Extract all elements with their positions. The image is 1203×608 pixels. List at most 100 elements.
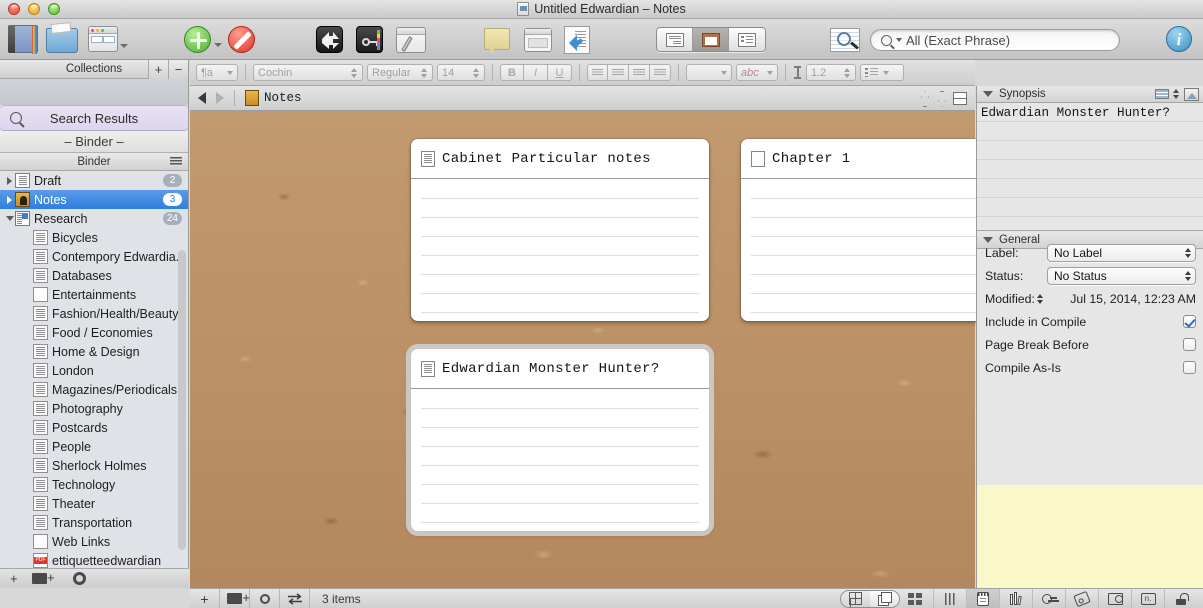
- highlight-color-dropdown[interactable]: [686, 64, 732, 81]
- binder-item-notes[interactable]: Notes 3: [0, 190, 188, 209]
- synopsis-image-icon[interactable]: [1184, 87, 1199, 101]
- view-mode-document[interactable]: [657, 28, 693, 51]
- forward-button[interactable]: [216, 92, 224, 104]
- checkbox-row[interactable]: Include in Compile: [977, 310, 1203, 333]
- binder-item-contempory-edwardia[interactable]: Contempory Edwardia.: [0, 247, 188, 266]
- back-button[interactable]: [198, 92, 206, 104]
- tab-bars[interactable]: [933, 588, 966, 608]
- tab-notes[interactable]: [966, 588, 999, 608]
- quick-reference-button[interactable]: [524, 28, 552, 55]
- edit-button[interactable]: [396, 27, 426, 56]
- binder-scrollbar[interactable]: [178, 250, 186, 550]
- add-collection-button[interactable]: +: [148, 60, 168, 79]
- tab-metadata[interactable]: [1065, 588, 1098, 608]
- disclosure-triangle-icon[interactable]: [4, 195, 15, 204]
- binder-item-technology[interactable]: Technology: [0, 475, 188, 494]
- checkbox-row[interactable]: Compile As-Is: [977, 356, 1203, 379]
- editor-document-title[interactable]: Notes: [245, 90, 302, 106]
- label-dropdown[interactable]: No Label: [1047, 243, 1196, 262]
- italic-button[interactable]: I: [524, 64, 548, 81]
- binder-tree[interactable]: Draft 2 Notes 3 Research 24 Bicycles Contempory…: [0, 171, 188, 588]
- font-size-stepper[interactable]: 14: [437, 64, 485, 81]
- collections-toggle-button[interactable]: [46, 28, 78, 56]
- binder-item-fashion-health-beauty[interactable]: Fashion/Health/Beauty: [0, 304, 188, 323]
- binder-item-entertainments[interactable]: Entertainments: [0, 285, 188, 304]
- binder-item-postcards[interactable]: Postcards: [0, 418, 188, 437]
- card-size-icon[interactable]: [908, 592, 923, 605]
- chevron-down-icon[interactable]: [120, 44, 128, 48]
- disclosure-triangle-icon[interactable]: [4, 176, 15, 185]
- checkbox-include-in-compile[interactable]: [1183, 315, 1196, 328]
- gear-icon[interactable]: [72, 572, 86, 585]
- minimize-button[interactable]: [28, 3, 40, 15]
- binder-item-home-design[interactable]: Home & Design: [0, 342, 188, 361]
- line-spacing-stepper[interactable]: 1.2: [806, 64, 856, 81]
- remove-collection-button[interactable]: −: [168, 60, 188, 79]
- list-style-dropdown[interactable]: [860, 64, 904, 81]
- status-dropdown[interactable]: No Status: [1047, 266, 1196, 285]
- index-card-synopsis[interactable]: [421, 180, 699, 313]
- split-editor-icon[interactable]: [953, 91, 967, 105]
- tab-snapshots[interactable]: [1098, 588, 1131, 608]
- binder-item-research[interactable]: Research 24: [0, 209, 188, 228]
- keywords-button[interactable]: [356, 26, 383, 56]
- comment-button[interactable]: [484, 28, 510, 55]
- view-mode-outliner[interactable]: [729, 28, 765, 51]
- chevron-down-icon[interactable]: [896, 38, 902, 42]
- binder-menu-icon[interactable]: [170, 157, 182, 166]
- tab-keywords[interactable]: [1032, 588, 1065, 608]
- alignment-buttons[interactable]: [587, 64, 671, 81]
- binder-add-button[interactable]: +: [10, 571, 18, 586]
- search-input[interactable]: All (Exact Phrase): [870, 29, 1120, 51]
- synopsis-header[interactable]: Synopsis: [977, 86, 1203, 103]
- align-left-button[interactable]: [587, 64, 608, 81]
- add-button[interactable]: [184, 26, 222, 56]
- paragraph-style-dropdown[interactable]: ¶a: [196, 64, 238, 81]
- disclosure-triangle-icon[interactable]: [983, 91, 993, 97]
- collections-list[interactable]: [0, 79, 188, 105]
- layout-button[interactable]: [88, 26, 128, 55]
- stepper-icon[interactable]: [1173, 88, 1180, 100]
- binder-item-databases[interactable]: Databases: [0, 266, 188, 285]
- stepper-icon[interactable]: [1185, 270, 1191, 281]
- import-button[interactable]: [564, 26, 590, 57]
- font-style-dropdown[interactable]: Regular: [367, 64, 433, 81]
- view-mode-segmented-control[interactable]: [656, 27, 766, 52]
- go-to-next-icon[interactable]: [936, 91, 946, 105]
- collection-binder-divider[interactable]: – Binder –: [0, 131, 188, 153]
- binder-item-photography[interactable]: Photography: [0, 399, 188, 418]
- disclosure-triangle-icon[interactable]: [4, 216, 15, 221]
- add-folder-button[interactable]: [220, 588, 250, 608]
- grid-layout-button[interactable]: [841, 590, 870, 607]
- go-to-previous-icon[interactable]: [919, 91, 929, 105]
- checkbox-page-break-before[interactable]: [1183, 338, 1196, 351]
- binder-item-bicycles[interactable]: Bicycles: [0, 228, 188, 247]
- binder-item-theater[interactable]: Theater: [0, 494, 188, 513]
- view-mode-corkboard[interactable]: [693, 28, 729, 51]
- synopsis-text-area[interactable]: Edwardian Monster Hunter?: [977, 103, 1203, 231]
- index-card-synopsis[interactable]: [421, 390, 699, 523]
- binder-item-draft[interactable]: Draft 2: [0, 171, 188, 190]
- index-card[interactable]: Cabinet Particular notes: [411, 139, 709, 321]
- bold-button[interactable]: B: [500, 64, 524, 81]
- stepper-icon[interactable]: [1036, 293, 1043, 304]
- binder-item-web-links[interactable]: Web Links: [0, 532, 188, 551]
- freeform-layout-button[interactable]: [870, 590, 899, 607]
- inspector-tab-bar[interactable]: n.: [933, 588, 1197, 608]
- chevron-down-icon[interactable]: [214, 43, 222, 47]
- add-document-button[interactable]: +: [190, 588, 220, 608]
- window-controls[interactable]: [8, 3, 60, 15]
- collection-search-results[interactable]: Search Results: [0, 105, 188, 131]
- settings-button[interactable]: [250, 588, 280, 608]
- search-project-button[interactable]: [830, 28, 860, 55]
- binder-item-people[interactable]: People: [0, 437, 188, 456]
- text-style-buttons[interactable]: B I U: [500, 64, 572, 81]
- tab-references[interactable]: [999, 588, 1032, 608]
- binder-toggle-button[interactable]: [8, 25, 38, 56]
- align-justify-button[interactable]: [650, 64, 671, 81]
- no-style-button[interactable]: [228, 26, 255, 56]
- checkbox-compile-as-is[interactable]: [1183, 361, 1196, 374]
- checkbox-row[interactable]: Page Break Before: [977, 333, 1203, 356]
- tab-lock[interactable]: [1164, 588, 1197, 608]
- swap-view-button[interactable]: [280, 588, 310, 608]
